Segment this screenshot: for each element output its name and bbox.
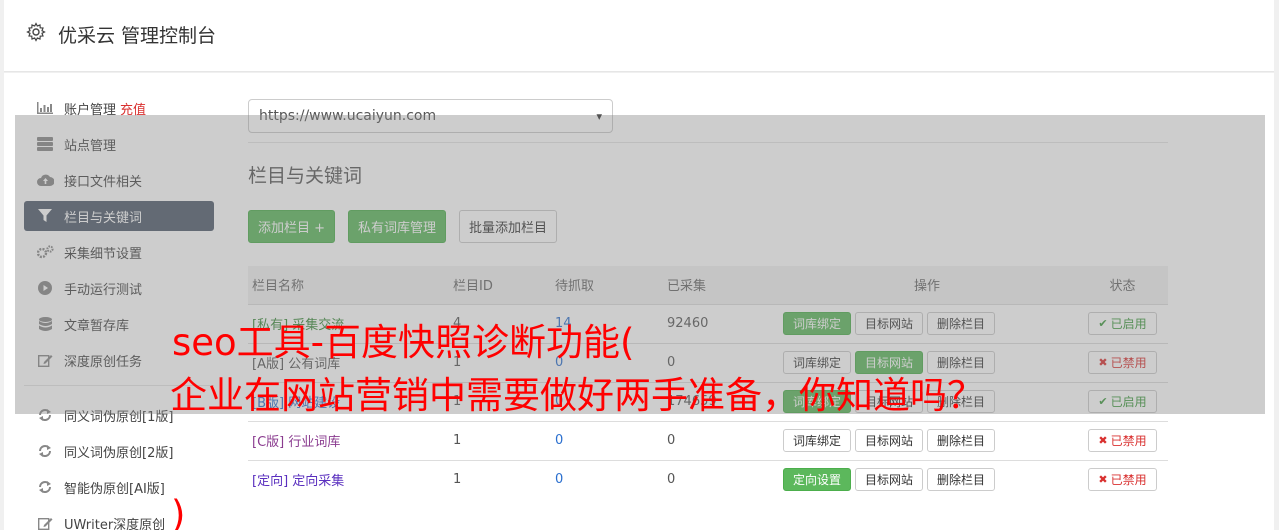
sidebar-item-ai-original[interactable]: 智能伪原创[AI版]: [24, 472, 214, 502]
sidebar-item-synonym-v2[interactable]: 同义词伪原创[2版]: [24, 436, 214, 466]
pending-count: 0: [555, 472, 564, 488]
pending-count: 0: [555, 433, 564, 448]
cross-icon: ✖: [1098, 434, 1108, 447]
edit-icon: [36, 515, 54, 530]
cross-icon: ✖: [1098, 473, 1108, 487]
table-row: [C版] 行业词库 1 0 0 词库绑定 目标网站 删除栏目 ✖ 已禁用: [248, 421, 1168, 460]
overlay-headline-line1: seo工具-百度快照诊断功能(: [172, 321, 635, 364]
sidebar-item-label: 智能伪原创[AI版]: [64, 481, 165, 497]
sidebar-item-label: 同义词伪原创[2版]: [64, 445, 174, 461]
table-row: [定向] 定向采集 1 0 0 定向设置 目标网站 删除栏目 ✖ 已禁用: [248, 460, 1168, 499]
overlay-headline-line3: ): [171, 493, 186, 530]
bind-lib-button[interactable]: 词库绑定: [783, 429, 852, 452]
status-label: 已禁用: [1110, 434, 1147, 448]
bar-chart-icon: [36, 100, 54, 116]
sidebar-item-uwriter[interactable]: UWriter深度原创: [24, 508, 214, 530]
gear-icon: [26, 22, 46, 42]
status-toggle[interactable]: ✖ 已禁用: [1088, 429, 1157, 452]
overlay-headline-line2: 企业在网站营销中需要做好两手准备，你知道吗？: [170, 374, 984, 417]
refresh-icon: [36, 479, 54, 495]
collected-count: 0: [667, 472, 676, 488]
column-id: 1: [453, 472, 462, 488]
status-label: 已禁用: [1110, 473, 1147, 488]
column-tag: [C版]: [252, 435, 285, 450]
overlay-banner: [15, 115, 1265, 414]
column-name-link[interactable]: 定向采集: [292, 474, 344, 489]
target-site-button[interactable]: 目标网站: [855, 429, 924, 452]
page-title: 优采云 管理控制台: [58, 25, 217, 47]
delete-column-button[interactable]: 删除栏目: [927, 468, 996, 492]
column-tag: [定向]: [252, 474, 289, 490]
column-name-link[interactable]: 行业词库: [288, 435, 340, 450]
sidebar-item-label: UWriter深度原创: [64, 517, 166, 530]
delete-column-button[interactable]: 删除栏目: [927, 429, 996, 452]
status-toggle[interactable]: ✖ 已禁用: [1088, 468, 1157, 492]
refresh-icon: [36, 443, 54, 459]
target-site-button[interactable]: 目标网站: [855, 468, 924, 492]
direct-settings-button[interactable]: 定向设置: [783, 468, 852, 492]
top-header: 优采云 管理控制台: [4, 0, 1274, 72]
collected-count: 0: [667, 433, 676, 448]
column-id: 1: [453, 433, 462, 448]
